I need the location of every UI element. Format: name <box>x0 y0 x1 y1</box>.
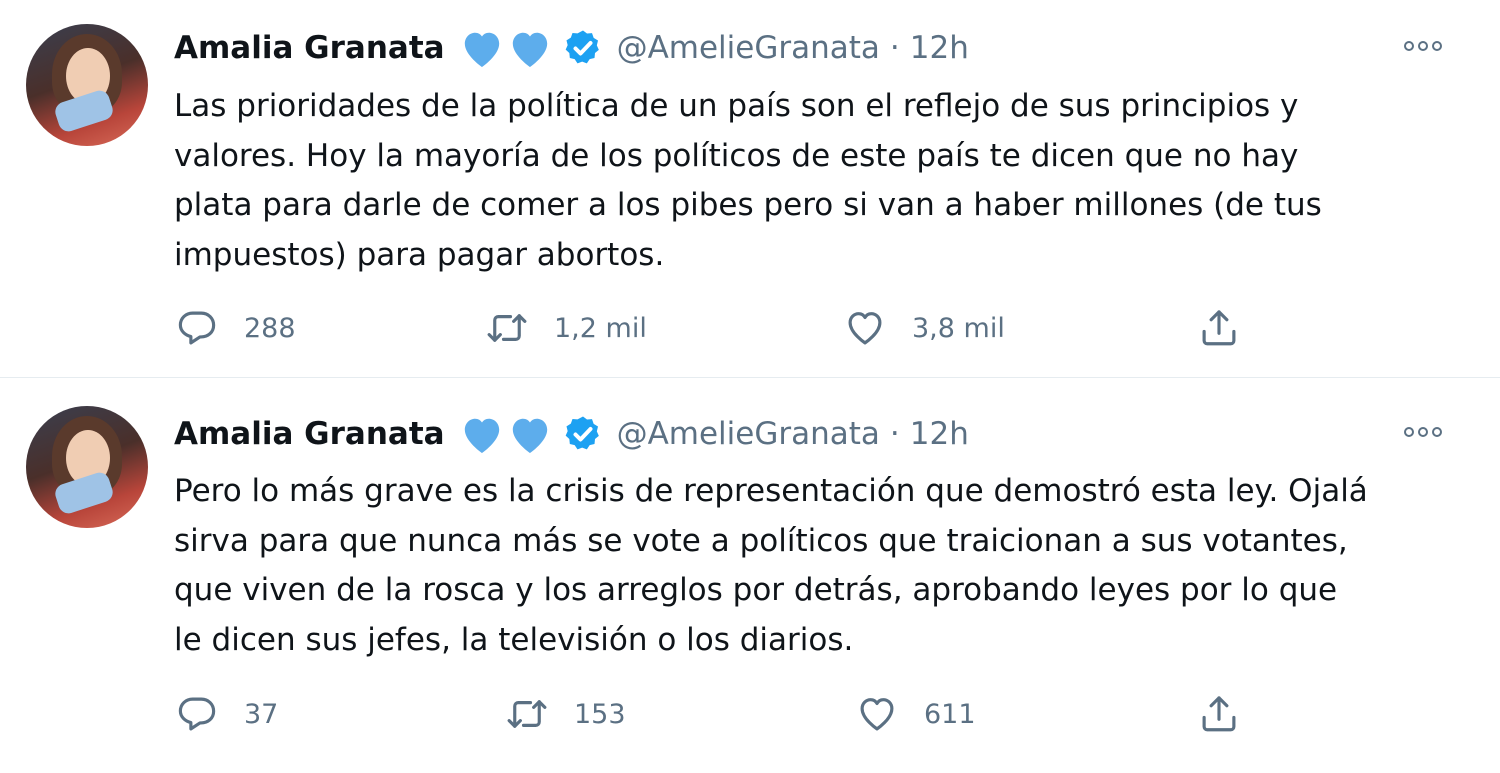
tweet-text: Pero lo más grave es la crisis de repres… <box>174 473 1368 658</box>
reply-button[interactable]: 288 <box>176 304 296 352</box>
tweet-actions: 37 153 611 <box>0 690 1500 738</box>
separator-dot: · <box>889 30 900 66</box>
like-button[interactable]: 611 <box>856 690 976 738</box>
retweet-count: 1,2 mil <box>554 312 647 344</box>
tweet[interactable]: Amalia Granata @AmelieGranata · 12h Las … <box>0 0 1500 378</box>
like-count: 611 <box>924 698 976 730</box>
reply-button[interactable]: 37 <box>176 690 278 738</box>
reply-count: 37 <box>244 698 279 730</box>
avatar[interactable] <box>26 24 148 146</box>
verified-badge-icon <box>565 30 599 64</box>
retweet-button[interactable]: 153 <box>506 690 626 738</box>
retweet-icon <box>487 314 527 342</box>
author-name[interactable]: Amalia Granata <box>174 416 445 452</box>
retweet-button[interactable]: 1,2 mil <box>486 304 647 352</box>
retweet-count: 153 <box>574 698 626 730</box>
blue-heart-emojis <box>459 413 553 455</box>
tweet-time[interactable]: 12h <box>910 30 969 66</box>
verified-badge-icon <box>565 416 599 450</box>
author-name[interactable]: Amalia Granata <box>174 30 445 66</box>
blue-heart-icon <box>464 418 499 454</box>
more-options-icon[interactable] <box>1404 422 1448 442</box>
heart-icon <box>848 312 882 345</box>
like-count: 3,8 mil <box>912 312 1005 344</box>
blue-heart-icon <box>512 32 547 68</box>
tweet[interactable]: Amalia Granata @AmelieGranata · 12h Pero… <box>0 378 1500 773</box>
separator-dot: · <box>889 416 900 452</box>
retweet-icon <box>507 700 547 728</box>
tweet-header: Amalia Granata @AmelieGranata · 12h <box>174 26 969 70</box>
more-options-icon[interactable] <box>1404 36 1448 56</box>
author-handle[interactable]: @AmelieGranata <box>617 30 880 66</box>
heart-icon <box>860 698 894 731</box>
reply-icon <box>178 697 216 731</box>
avatar[interactable] <box>26 406 148 528</box>
tweet-header: Amalia Granata @AmelieGranata · 12h <box>174 412 969 456</box>
blue-heart-icon <box>512 418 547 454</box>
blue-heart-icon <box>464 32 499 68</box>
share-icon <box>1202 310 1236 346</box>
tweet-time[interactable]: 12h <box>910 416 969 452</box>
author-handle[interactable]: @AmelieGranata <box>617 416 880 452</box>
tweet-actions: 288 1,2 mil 3,8 mil <box>0 304 1500 352</box>
share-button[interactable] <box>1198 304 1240 352</box>
share-button[interactable] <box>1198 690 1240 738</box>
share-icon <box>1202 696 1236 732</box>
like-button[interactable]: 3,8 mil <box>844 304 1005 352</box>
blue-heart-emojis <box>459 27 553 69</box>
tweet-text: Las prioridades de la política de un paí… <box>174 88 1322 273</box>
reply-count: 288 <box>244 312 296 344</box>
reply-icon <box>178 311 216 345</box>
